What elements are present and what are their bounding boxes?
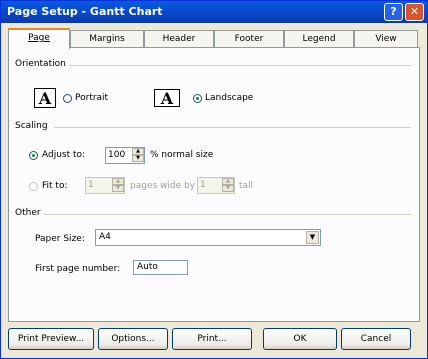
scaling-divider (54, 127, 411, 128)
spin-down-icon[interactable]: ▼ (112, 185, 124, 192)
tab-view[interactable]: View (354, 30, 418, 48)
tab-footer[interactable]: Footer (214, 30, 284, 48)
first-page-number-field[interactable]: Auto (133, 260, 188, 275)
pages-wide-value[interactable]: 1 (88, 180, 94, 190)
pages-wide-by-label: pages wide by (130, 181, 196, 191)
tall-label: tall (239, 181, 254, 191)
close-button[interactable]: ✕ (405, 3, 424, 21)
tab-footer-label: Footer (234, 34, 264, 44)
spin-up-icon[interactable]: ▲ (112, 178, 124, 185)
percent-normal-size-label: % normal size (150, 150, 214, 160)
orientation-heading: Orientation (15, 59, 69, 69)
adjust-to-spinner[interactable]: 100 ▲ ▼ (105, 147, 145, 164)
tall-value[interactable]: 1 (200, 180, 206, 190)
other-divider (44, 214, 411, 215)
tab-strip: Page Margins Header Footer Legend View (8, 28, 420, 49)
tab-page[interactable]: Page (8, 28, 70, 49)
portrait-icon: A (34, 88, 56, 108)
portrait-label[interactable]: Portrait (75, 93, 108, 103)
spin-down-icon[interactable]: ▼ (132, 155, 144, 162)
cancel-button[interactable]: Cancel (341, 328, 411, 350)
tab-legend[interactable]: Legend (284, 30, 354, 48)
landscape-icon: A (154, 89, 180, 107)
spin-up-icon[interactable]: ▲ (132, 148, 144, 155)
title-bar[interactable]: Page Setup - Gantt Chart ? ✕ (1, 1, 427, 23)
adjust-to-value[interactable]: 100 (108, 150, 125, 160)
help-button[interactable]: ? (384, 3, 403, 21)
first-page-number-value[interactable]: Auto (137, 262, 158, 272)
portrait-radio[interactable] (63, 94, 72, 103)
paper-size-value: A4 (99, 232, 111, 242)
chevron-down-icon[interactable]: ▼ (306, 231, 319, 244)
tab-page-label: Page (28, 33, 50, 43)
tab-margins[interactable]: Margins (70, 30, 144, 48)
tab-margins-label: Margins (89, 34, 125, 44)
tab-view-label: View (375, 34, 397, 44)
pages-wide-spinner[interactable]: 1 ▲ ▼ (85, 177, 125, 194)
scaling-heading: Scaling (15, 121, 51, 131)
tab-legend-label: Legend (302, 34, 336, 44)
options-button[interactable]: Options... (98, 328, 168, 350)
tab-header-label: Header (162, 34, 196, 44)
tab-header[interactable]: Header (144, 30, 214, 48)
fit-to-label[interactable]: Fit to: (42, 181, 67, 191)
spin-up-icon[interactable]: ▲ (222, 178, 234, 185)
first-page-number-label: First page number: (35, 264, 121, 274)
adjust-to-label[interactable]: Adjust to: (42, 150, 85, 160)
orientation-divider (69, 65, 411, 66)
landscape-label[interactable]: Landscape (205, 93, 253, 103)
fit-to-radio[interactable] (29, 182, 38, 191)
adjust-to-radio[interactable] (29, 151, 38, 160)
tall-spinner[interactable]: 1 ▲ ▼ (197, 177, 235, 194)
spin-down-icon[interactable]: ▼ (222, 185, 234, 192)
window-title: Page Setup - Gantt Chart (7, 5, 163, 18)
landscape-radio[interactable] (193, 94, 202, 103)
print-button[interactable]: Print... (172, 328, 252, 350)
page-tab-panel: Orientation A Portrait A Landscape Scali… (8, 47, 420, 322)
print-preview-button[interactable]: Print Preview... (8, 328, 94, 350)
page-setup-dialog: Page Setup - Gantt Chart ? ✕ Page Margin… (0, 0, 428, 359)
other-heading: Other (15, 208, 44, 218)
paper-size-select[interactable]: A4 ▼ (95, 229, 321, 246)
ok-button[interactable]: OK (263, 328, 337, 350)
paper-size-label: Paper Size: (35, 234, 85, 244)
